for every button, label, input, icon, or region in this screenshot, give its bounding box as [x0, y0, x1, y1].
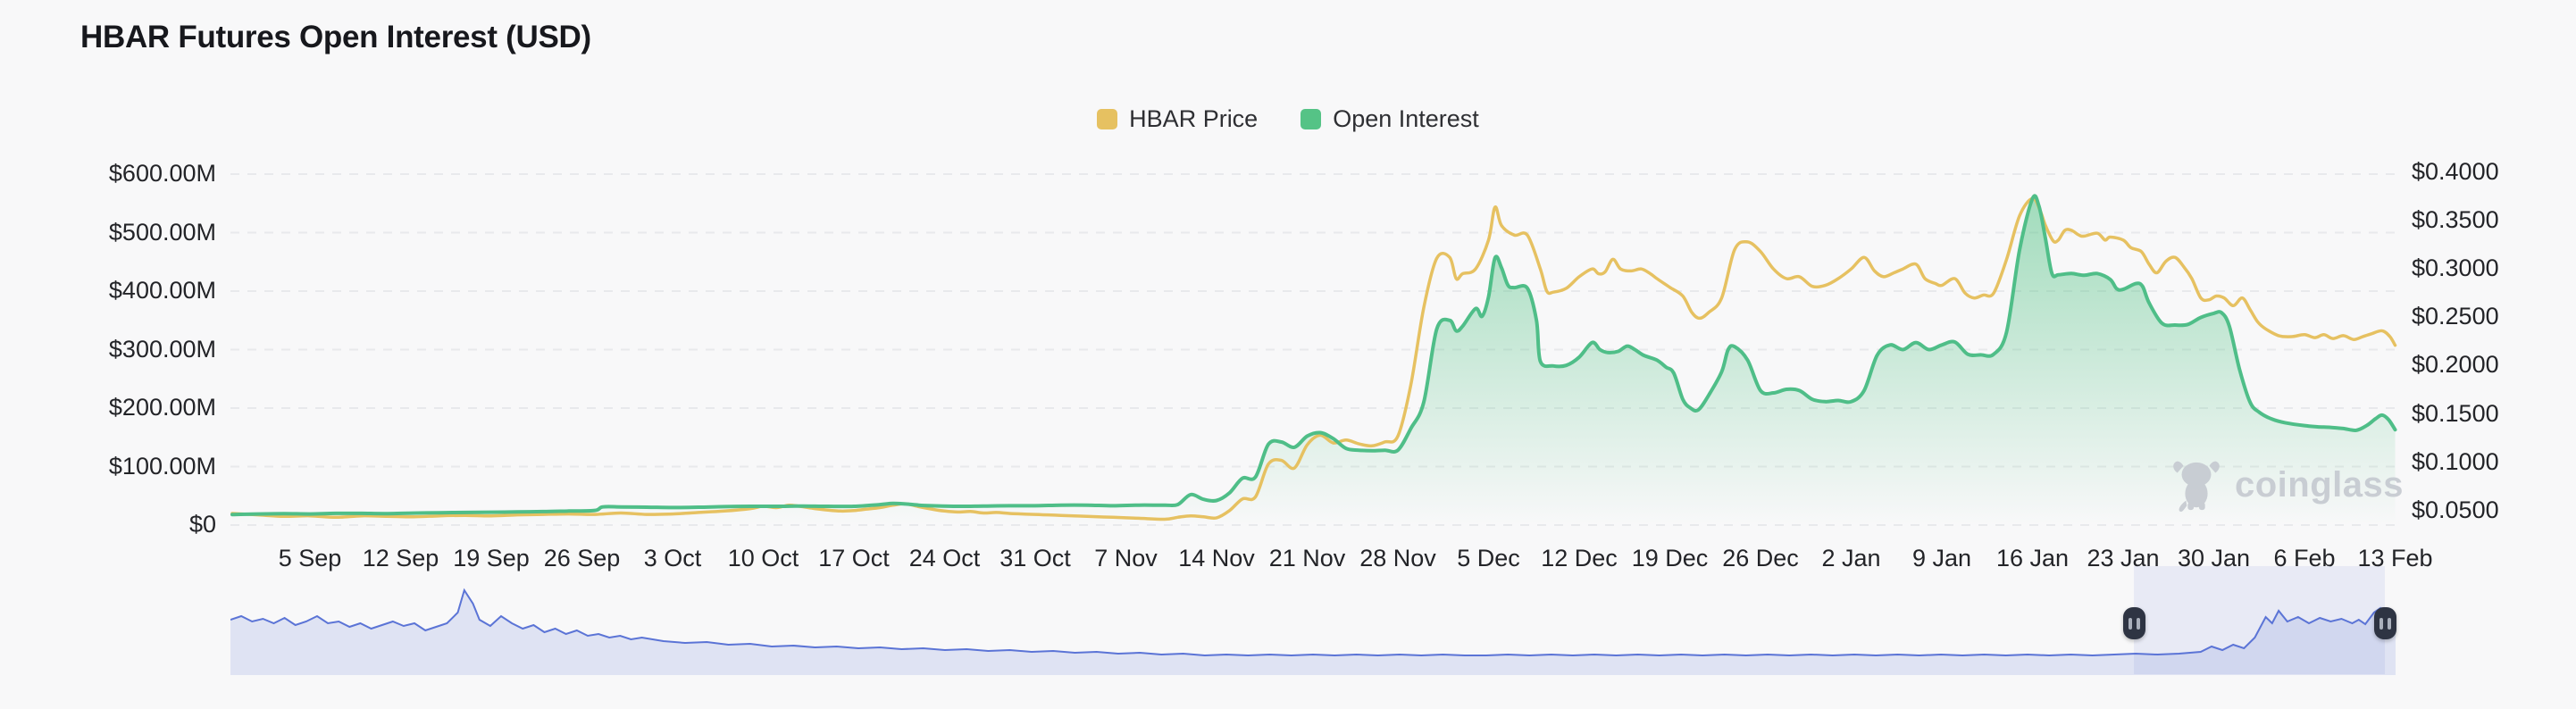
x-axis-tick: 26 Dec — [1722, 545, 1799, 571]
x-axis-tick: 16 Jan — [1995, 545, 2070, 571]
x-axis-tick: 2 Jan — [1821, 545, 1881, 571]
navigator-left-handle[interactable] — [2122, 607, 2145, 639]
right-axis-tick: $0.0500 — [2412, 496, 2499, 523]
left-axis-tick: $500.00M — [108, 218, 216, 246]
right-axis-tick: $0.3500 — [2412, 206, 2499, 234]
x-axis-tick: 19 Sep — [453, 545, 530, 571]
right-axis-price: $0.4000 $0.3500 $0.3000 $0.2500 $0.2000 $0.15… — [2412, 0, 2576, 554]
x-axis-tick: 12 Dec — [1541, 545, 1618, 571]
x-axis-tick: 24 Oct — [908, 545, 981, 571]
right-axis-tick: $0.4000 — [2412, 158, 2499, 185]
x-axis-tick: 10 Oct — [727, 545, 799, 571]
left-axis-open-interest: $600.00M $500.00M $400.00M $300.00M $200.00M… — [0, 0, 216, 554]
x-axis-tick: 5 Sep — [278, 545, 342, 571]
navigator-right-handle[interactable] — [2373, 607, 2396, 639]
x-axis-tick: 3 Oct — [643, 545, 702, 571]
left-axis-tick: $600.00M — [108, 160, 216, 187]
chart-legend: HBAR Price Open Interest — [0, 105, 2576, 133]
x-axis-tick: 14 Nov — [1178, 545, 1255, 571]
navigator-chart[interactable] — [230, 585, 2396, 675]
left-axis-tick: $300.00M — [108, 335, 216, 363]
right-axis-tick: $0.2000 — [2412, 351, 2499, 379]
coinglass-chart-widget: HBAR Futures Open Interest (USD) HBAR Pr… — [0, 0, 2576, 709]
x-axis-tick: 26 Sep — [543, 545, 621, 571]
left-axis-tick: $200.00M — [108, 394, 216, 421]
legend-label: HBAR Price — [1129, 105, 1259, 132]
x-axis-tick: 12 Sep — [362, 545, 439, 571]
legend-label: Open Interest — [1333, 105, 1479, 132]
right-axis-tick: $0.1000 — [2412, 447, 2499, 475]
x-axis-tick: 17 Oct — [818, 545, 890, 571]
left-axis-tick: $100.00M — [108, 452, 216, 480]
coinglass-watermark: coinglass — [2169, 457, 2404, 513]
main-chart-canvas[interactable] — [230, 161, 2397, 536]
range-navigator[interactable] — [230, 566, 2396, 677]
left-axis-tick: $400.00M — [108, 277, 216, 304]
x-axis-tick: 5 Dec — [1457, 545, 1520, 571]
coinglass-bull-icon — [2173, 461, 2220, 513]
legend-swatch-icon — [1097, 109, 1118, 129]
legend-swatch-icon — [1301, 109, 1322, 129]
left-axis-tick: $0 — [188, 511, 216, 538]
right-axis-tick: $0.2500 — [2412, 303, 2499, 330]
legend-item-hbar-price[interactable]: HBAR Price — [1097, 105, 1258, 133]
coinglass-logo-text: coinglass — [2235, 464, 2405, 505]
x-axis-tick: 28 Nov — [1359, 545, 1436, 571]
right-axis-tick: $0.3000 — [2412, 254, 2499, 282]
legend-item-open-interest[interactable]: Open Interest — [1301, 105, 1479, 133]
x-axis-tick: 31 Oct — [999, 545, 1071, 571]
x-axis-tick: 21 Nov — [1268, 545, 1346, 571]
right-axis-tick: $0.1500 — [2412, 399, 2499, 427]
x-axis-tick: 19 Dec — [1631, 545, 1709, 571]
x-axis-tick: 9 Jan — [1911, 545, 1972, 571]
x-axis-tick: 7 Nov — [1094, 545, 1158, 571]
